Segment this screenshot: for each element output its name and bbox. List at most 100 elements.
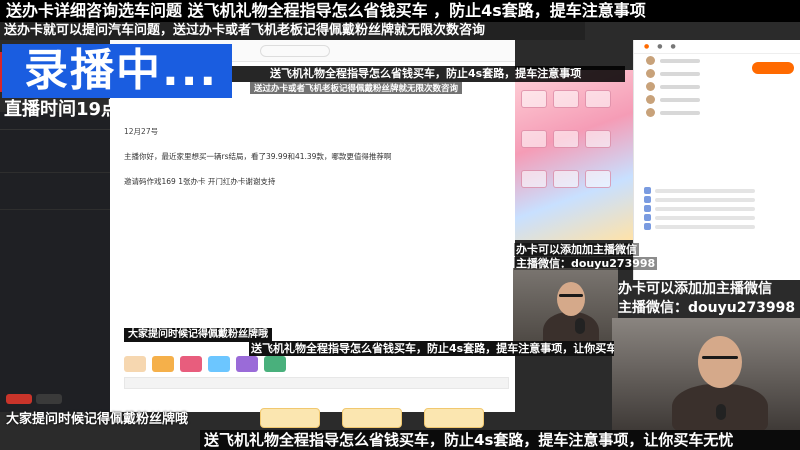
cam-large-caption-2: 主播微信：douyu273998	[618, 300, 796, 316]
chat-text	[655, 224, 755, 229]
chat-text	[655, 188, 755, 193]
category-item[interactable]	[74, 146, 104, 156]
top-subbanner: 送办卡就可以提问汽车问题，送过办卡或者飞机老板记得佩戴粉丝牌就无限次数咨询	[0, 22, 585, 40]
reply-input[interactable]	[124, 377, 509, 389]
post-footer	[124, 356, 509, 392]
category-item[interactable]	[40, 220, 70, 230]
gift-icon[interactable]	[208, 356, 230, 372]
category-item[interactable]	[6, 158, 36, 168]
gift-icon-row	[124, 356, 509, 372]
gift-icon[interactable]	[264, 356, 286, 372]
gift-icon[interactable]	[124, 356, 146, 372]
stream-frame: 12月27号 主播你好，最近家里想买一辆rs结局，看了39.99和41.39款，…	[0, 0, 800, 450]
webcam-large	[612, 318, 800, 430]
gift-icon[interactable]	[152, 356, 174, 372]
streamer-head	[698, 336, 742, 388]
ask-reminder-large: 大家提问时候记得佩戴粉丝牌哦	[6, 412, 189, 427]
avatar	[646, 56, 655, 65]
game-tile	[553, 90, 579, 108]
tab-month[interactable]: ●	[671, 43, 676, 50]
game-tile	[521, 130, 547, 148]
webcam-small	[513, 268, 618, 350]
category-item[interactable]	[74, 220, 104, 230]
game-tile	[585, 90, 611, 108]
chat-line	[644, 187, 790, 194]
comment-tabs: ● ● ●	[634, 40, 800, 54]
action-button[interactable]	[260, 408, 320, 428]
badge-icon	[644, 214, 651, 221]
chat-line	[644, 205, 790, 212]
bottom-action-buttons	[260, 408, 484, 428]
category-item[interactable]	[40, 134, 70, 144]
category-item[interactable]	[6, 232, 36, 242]
streamer-head	[557, 282, 585, 316]
category-item[interactable]	[6, 146, 36, 156]
gift-icon[interactable]	[236, 356, 258, 372]
category-item[interactable]	[6, 183, 36, 193]
badge-icon	[644, 187, 651, 194]
tab-week[interactable]: ●	[657, 43, 662, 50]
system-notice	[634, 119, 800, 185]
category-item[interactable]	[74, 158, 104, 168]
action-button[interactable]	[342, 408, 402, 428]
microphone-icon	[716, 404, 726, 420]
fan-row[interactable]	[634, 80, 800, 93]
recording-badge: 录播中...	[2, 44, 232, 98]
category-grid	[0, 130, 110, 172]
sidebar-footer-button[interactable]	[36, 394, 62, 404]
game-screenshot	[515, 70, 633, 240]
chat-line	[644, 223, 790, 230]
game-tile	[521, 170, 547, 188]
broadcast-time: 直播时间19点30分到24点	[4, 99, 224, 120]
category-item[interactable]	[6, 134, 36, 144]
cam-large-caption-1: 办卡可以添加加主播微信	[618, 281, 772, 297]
search-input[interactable]	[260, 44, 330, 57]
cam-small-caption-2: 主播微信：douyu273998	[514, 257, 658, 270]
category-item[interactable]	[40, 195, 70, 205]
sidebar-section	[0, 172, 110, 179]
category-item[interactable]	[6, 220, 36, 230]
game-tile	[585, 130, 611, 148]
game-tile	[553, 130, 579, 148]
action-button[interactable]	[424, 408, 484, 428]
category-sidebar	[0, 112, 110, 412]
sidebar-footer	[6, 394, 62, 404]
fan-name	[660, 84, 700, 89]
category-item[interactable]	[74, 134, 104, 144]
chat-text	[655, 215, 755, 220]
glasses-shape	[559, 294, 583, 297]
tab-today[interactable]: ●	[644, 43, 649, 50]
avatar	[646, 69, 655, 78]
category-item[interactable]	[40, 146, 70, 156]
category-item[interactable]	[74, 195, 104, 205]
badge-icon	[644, 205, 651, 212]
avatar	[646, 108, 655, 117]
fan-name	[660, 110, 700, 115]
top-banner: 送办卡详细咨询选车问题 送飞机礼物全程指导怎么省钱买车 ，防止4s套路，提车注意…	[0, 0, 800, 22]
chat-line	[644, 196, 790, 203]
cam-small-caption-1: 办卡可以添加加主播微信	[514, 243, 639, 256]
category-item[interactable]	[40, 158, 70, 168]
bottom-ticker: 送飞机礼物全程指导怎么省钱买车，防止4s套路，提车注意事项，让你买车无忧	[200, 430, 800, 450]
chat-line	[644, 214, 790, 221]
gift-icon[interactable]	[180, 356, 202, 372]
category-grid	[0, 179, 110, 209]
fan-row[interactable]	[634, 93, 800, 106]
badge-icon	[644, 223, 651, 230]
sidebar-section	[0, 209, 110, 216]
fan-row[interactable]	[634, 106, 800, 119]
sidebar-footer-button[interactable]	[6, 394, 32, 404]
fan-name	[660, 58, 700, 63]
category-item[interactable]	[6, 195, 36, 205]
follow-button[interactable]	[752, 62, 794, 74]
category-item[interactable]	[40, 232, 70, 242]
comment-column: ● ● ●	[633, 40, 800, 280]
chat-text	[655, 197, 755, 202]
game-tile	[585, 170, 611, 188]
question-post: 12月27号 主播你好，最近家里想买一辆rs结局，看了39.99和41.39款，…	[124, 126, 504, 187]
category-item[interactable]	[74, 183, 104, 193]
category-item[interactable]	[74, 232, 104, 242]
fan-name	[660, 71, 700, 76]
category-item[interactable]	[40, 183, 70, 193]
post-signature: 邀请码作戏169 1张办卡 开门红办卡谢谢支持	[124, 177, 276, 186]
